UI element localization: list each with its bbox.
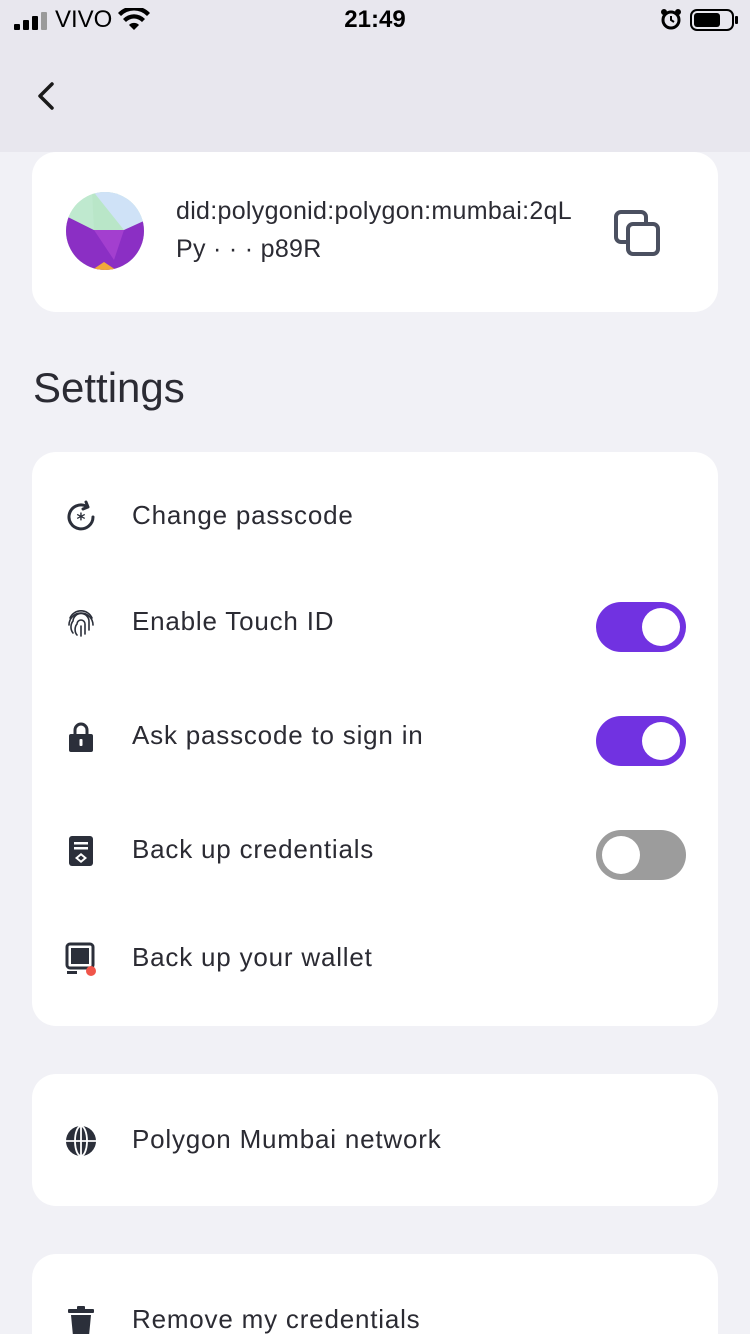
nav-bar [0, 40, 750, 152]
passcode-icon: * [67, 500, 95, 531]
touch-id-toggle[interactable] [596, 602, 686, 652]
ask-passcode-toggle[interactable] [596, 716, 686, 766]
remove-credentials-row[interactable]: Remove my credentials [32, 1280, 718, 1334]
backup-icon [69, 836, 93, 866]
setting-backup-wallet[interactable]: Back up your wallet [32, 918, 718, 998]
identity-card: did:polygonid:polygon:mumbai:2qLPy · · ·… [32, 152, 718, 312]
chevron-left-icon[interactable] [30, 76, 66, 116]
battery-icon [690, 9, 738, 31]
remove-credentials-label: Remove my credentials [132, 1304, 421, 1334]
settings-card: * Change passcode Enable Touch ID Ask pa… [32, 452, 718, 1026]
fingerprint-icon [68, 610, 94, 637]
alarm-icon [661, 9, 681, 30]
did-address: did:polygonid:polygon:mumbai:2qLPy · · ·… [176, 197, 572, 263]
network-card: Polygon Mumbai network [32, 1074, 718, 1206]
setting-label: Enable Touch ID [132, 606, 335, 636]
toggle-knob [642, 608, 680, 646]
globe-icon [66, 1125, 96, 1157]
setting-ask-passcode[interactable]: Ask passcode to sign in [32, 696, 718, 776]
setting-enable-touch-id[interactable]: Enable Touch ID [32, 582, 718, 662]
trash-icon [68, 1306, 94, 1334]
network-row[interactable]: Polygon Mumbai network [32, 1100, 718, 1180]
backup-credentials-toggle[interactable] [596, 830, 686, 880]
setting-label: Ask passcode to sign in [132, 720, 424, 750]
svg-text:*: * [77, 510, 86, 530]
setting-backup-credentials[interactable]: Back up credentials [32, 810, 718, 890]
copy-icon[interactable] [612, 208, 664, 260]
status-bar: VIVO 21:49 [0, 0, 750, 40]
network-label: Polygon Mumbai network [132, 1124, 442, 1154]
toggle-knob [602, 836, 640, 874]
clock: 21:49 [344, 6, 406, 33]
settings-title: Settings [33, 364, 185, 411]
remove-credentials-card: Remove my credentials [32, 1254, 718, 1334]
setting-change-passcode[interactable]: * Change passcode [32, 476, 718, 556]
setting-label: Change passcode [132, 500, 354, 530]
avatar [66, 192, 144, 270]
setting-label: Back up your wallet [132, 942, 373, 972]
setting-label: Back up credentials [132, 834, 375, 864]
wallet-icon [65, 942, 96, 976]
toggle-knob [642, 722, 680, 760]
lock-icon [69, 722, 93, 752]
